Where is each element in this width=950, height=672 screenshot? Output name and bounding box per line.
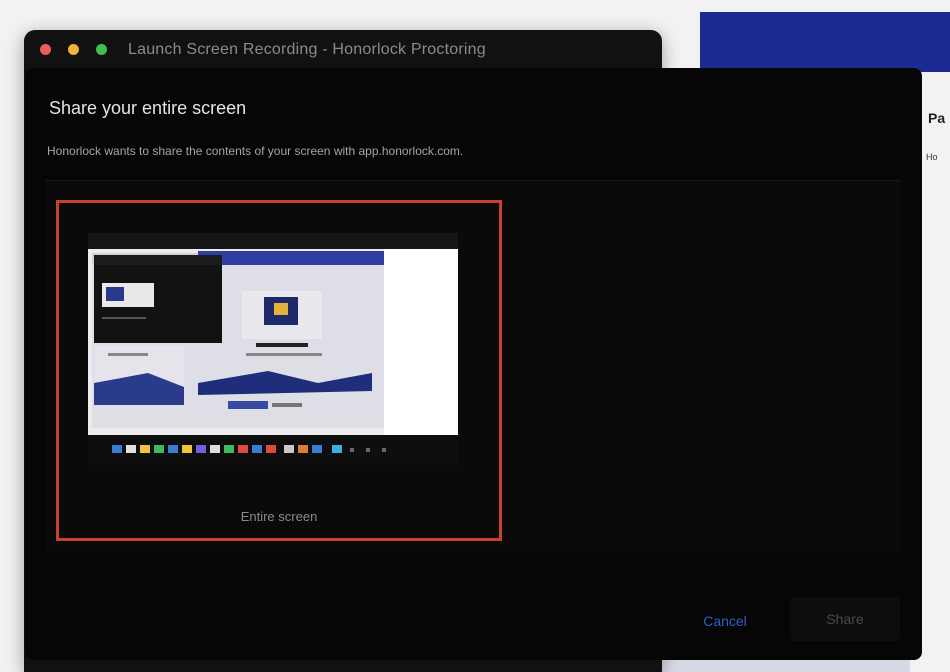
entire-screen-tile[interactable]: Entire screen [56,200,502,541]
page-heading: Pa [928,110,946,126]
screen-thumbnail [88,233,458,465]
share-button[interactable]: Share [790,597,900,641]
entire-screen-label: Entire screen [240,509,318,524]
dialog-footer: Cancel Share [25,583,922,660]
page-header-banner [700,12,950,72]
window-zoom-button[interactable] [96,44,107,55]
page-subtext: Ho [926,152,938,162]
window-title: Launch Screen Recording - Honorlock Proc… [128,41,486,58]
window-minimize-button[interactable] [68,44,79,55]
dialog-title: Share your entire screen [49,98,247,118]
dialog-description: Honorlock wants to share the contents of… [47,144,464,158]
share-screen-dialog: Share your entire screen Honorlock wants… [25,68,922,660]
cancel-button[interactable]: Cancel [685,605,765,637]
window-close-button[interactable] [40,44,51,55]
window-titlebar[interactable]: Launch Screen Recording - Honorlock Proc… [24,30,662,70]
